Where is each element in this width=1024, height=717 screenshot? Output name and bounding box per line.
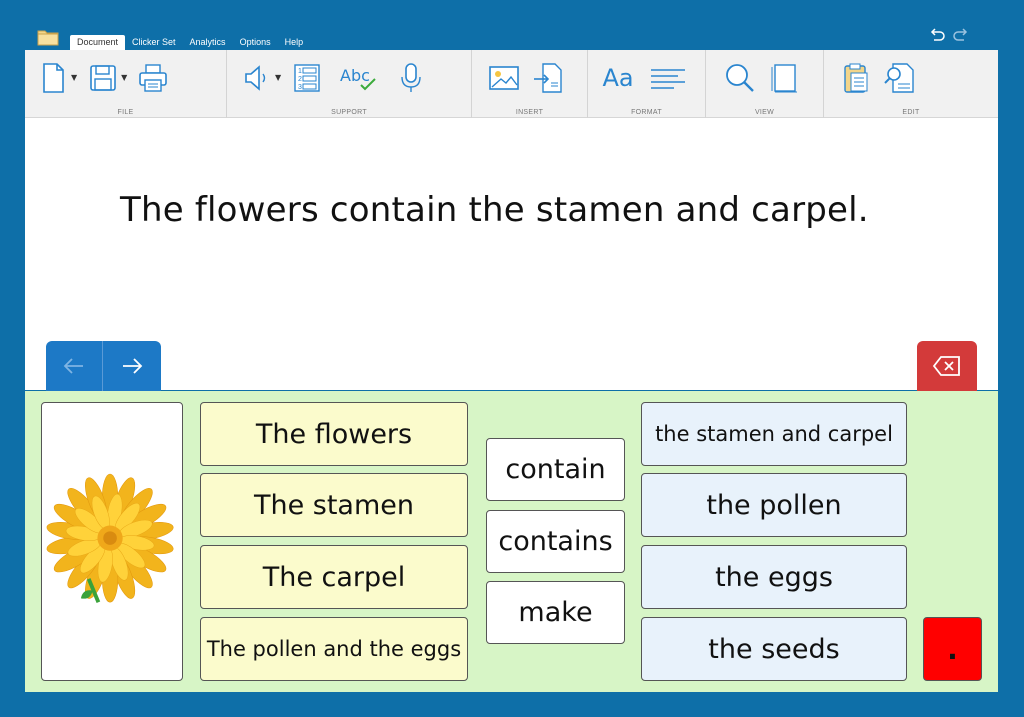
group-label-insert: INSERT — [515, 109, 544, 116]
undo-icon[interactable] — [928, 26, 946, 48]
font-button[interactable]: Aa — [596, 58, 640, 98]
object-cell-2[interactable]: the pollen — [641, 473, 907, 537]
tab-help[interactable]: Help — [278, 35, 311, 50]
verb-cell-2[interactable]: contains — [486, 510, 625, 573]
sunflower-image — [46, 473, 174, 603]
tab-document[interactable]: Document — [70, 35, 126, 50]
redo-icon[interactable] — [952, 26, 970, 48]
new-document-button[interactable] — [31, 58, 75, 98]
save-button[interactable] — [81, 58, 125, 98]
forward-button[interactable] — [103, 341, 160, 391]
svg-text:2: 2 — [298, 76, 302, 83]
align-left-icon — [651, 69, 685, 89]
full-stop-cell[interactable]: . — [923, 617, 982, 681]
subject-cell-3[interactable]: The carpel — [200, 545, 468, 609]
numbered-list-icon: 123 — [294, 64, 320, 92]
spellcheck-button[interactable]: Abc — [329, 58, 389, 98]
arrow-right-icon — [122, 358, 142, 374]
zoom-button[interactable] — [718, 58, 762, 98]
print-icon — [139, 64, 168, 92]
font-label: Aa — [602, 64, 634, 92]
subject-cell-1[interactable]: The flowers — [200, 402, 468, 466]
verb-cell-1[interactable]: contain — [486, 438, 625, 501]
find-document-icon — [884, 63, 914, 93]
insert-picture-button[interactable] — [482, 58, 526, 98]
spellcheck-icon: Abc — [340, 66, 376, 91]
tab-options[interactable]: Options — [233, 35, 278, 50]
insert-file-icon — [534, 63, 562, 93]
tab-analytics[interactable]: Analytics — [183, 35, 233, 50]
speaker-icon — [245, 65, 266, 91]
group-label-file: FILE — [117, 109, 134, 116]
back-button[interactable] — [46, 341, 103, 391]
print-button[interactable] — [131, 58, 175, 98]
menu-bar: Document Clicker Set Analytics Options H… — [70, 35, 310, 50]
subject-cell-2[interactable]: The stamen — [200, 473, 468, 537]
object-cell-4[interactable]: the seeds — [641, 617, 907, 681]
group-label-view: VIEW — [754, 109, 775, 116]
ribbon-group-view: VIEW — [706, 50, 824, 118]
tab-clicker-set[interactable]: Clicker Set — [125, 35, 183, 50]
group-label-edit: EDIT — [902, 109, 920, 116]
page-size-button[interactable] — [762, 58, 806, 98]
magnifier-icon — [726, 64, 754, 92]
new-document-icon — [43, 63, 64, 93]
paste-button[interactable] — [834, 58, 878, 98]
save-icon — [90, 65, 116, 91]
clicker-grid: The flowers The stamen The carpel The po… — [25, 391, 998, 692]
backspace-button[interactable] — [917, 341, 977, 391]
navigation-buttons — [46, 341, 161, 391]
picture-icon — [489, 66, 519, 90]
svg-text:3: 3 — [298, 84, 302, 91]
speech-button[interactable] — [235, 58, 279, 98]
folder-icon[interactable] — [37, 28, 59, 46]
paragraph-button[interactable] — [640, 58, 696, 98]
group-label-support: SUPPORT — [331, 109, 367, 116]
microphone-icon — [401, 63, 421, 92]
svg-text:Abc: Abc — [340, 66, 370, 85]
picture-cell[interactable] — [41, 402, 183, 681]
group-label-format: FORMAT — [631, 109, 662, 116]
undo-redo — [928, 26, 970, 48]
clipboard-icon — [844, 63, 868, 93]
backspace-icon — [932, 356, 960, 376]
ribbon-group-edit: EDIT — [824, 50, 998, 118]
page-size-icon — [771, 64, 797, 93]
ribbon-group-file: ▼ ▼ FILE — [25, 50, 227, 118]
ribbon-group-insert: INSERT — [472, 50, 588, 118]
document-text[interactable]: The flowers contain the stamen and carpe… — [120, 190, 869, 230]
find-button[interactable] — [878, 58, 922, 98]
verb-cell-3[interactable]: make — [486, 581, 625, 644]
ribbon-group-support: ▼ 123 Abc SUPPORT — [227, 50, 472, 118]
arrow-left-icon — [63, 358, 83, 374]
object-cell-3[interactable]: the eggs — [641, 545, 907, 609]
insert-file-button[interactable] — [526, 58, 570, 98]
document-area[interactable]: The flowers contain the stamen and carpe… — [25, 118, 998, 390]
subject-cell-4[interactable]: The pollen and the eggs — [200, 617, 468, 681]
ribbon-toolbar: ▼ ▼ FILE ▼ 123 Abc SUPPORT INSERT Aa FOR… — [25, 50, 998, 118]
svg-text:1: 1 — [298, 68, 302, 75]
numbered-list-button[interactable]: 123 — [285, 58, 329, 98]
ribbon-group-format: Aa FORMAT — [588, 50, 706, 118]
object-cell-1[interactable]: the stamen and carpel — [641, 402, 907, 466]
voice-input-button[interactable] — [389, 58, 433, 98]
